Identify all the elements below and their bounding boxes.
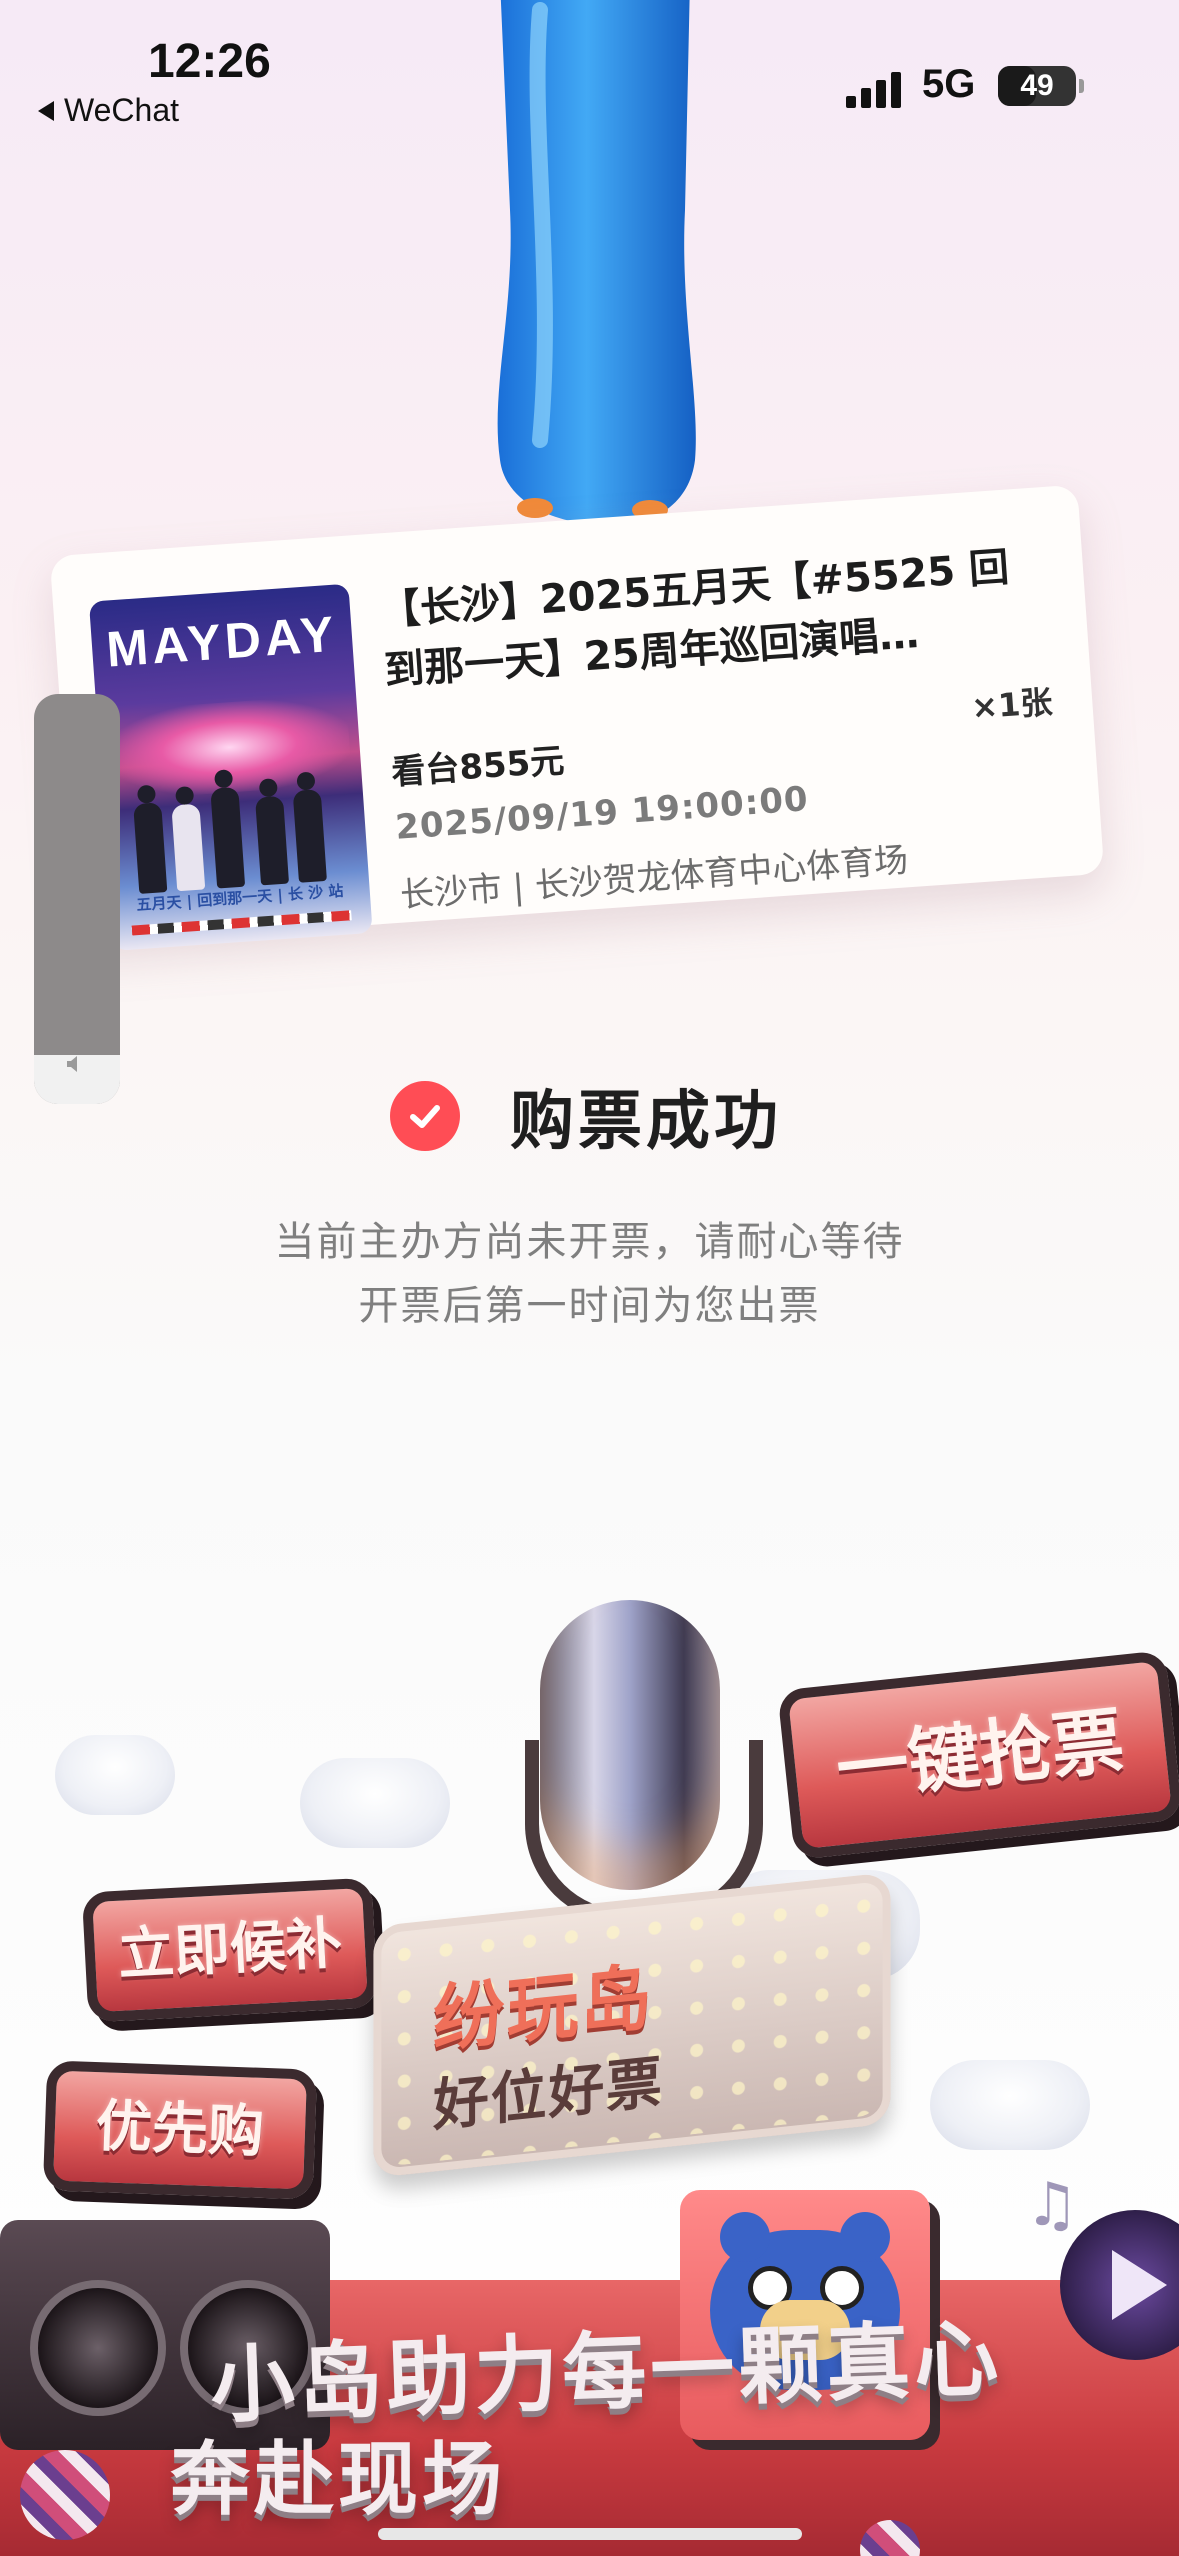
- poster-sponsor-logos: [131, 910, 352, 936]
- signal-icon: [846, 68, 906, 108]
- cloud-decoration: [300, 1758, 450, 1848]
- battery-percent: 49: [1020, 69, 1054, 102]
- slogan-line-2: 奔赴现场: [170, 2433, 506, 2526]
- waitlist-sign: 立即候补: [81, 1877, 379, 2023]
- speaker-icon: [67, 1056, 77, 1072]
- ticket-seat-price: 看台855元: [390, 741, 566, 794]
- event-venue: 长沙市 | 长沙贺龙体育中心体育场: [398, 840, 910, 916]
- event-title: 【长沙】2025五月天【#5525 回到那一天】25周年巡回演唱…: [378, 544, 1011, 695]
- back-app-label: WeChat: [64, 92, 180, 128]
- notice-line-2: 开票后第一时间为您出票: [358, 1283, 821, 1329]
- mascot-arm-illustration: [497, 0, 696, 525]
- cloud-decoration: [55, 1735, 175, 1815]
- poster-band-members: [131, 760, 339, 894]
- poster-title: MAYDAY: [104, 605, 340, 678]
- microphone-icon: [540, 1600, 720, 1890]
- volume-hud: [34, 694, 120, 1104]
- purchase-result-page: 12:26 WeChat 5G 49 MAYDAY 五月天 | 回到那一天 | …: [0, 0, 1179, 2556]
- check-circle-icon: [390, 1081, 460, 1151]
- quick-buy-sign: 一键抢票: [777, 1650, 1179, 1860]
- notice-line-1: 当前主办方尚未开票，请耐心等待: [274, 1219, 905, 1265]
- marquee-sign: 纷玩岛 好位好票: [373, 1872, 891, 2178]
- success-header: 购票成功: [390, 1070, 782, 1162]
- promo-banner[interactable]: 一键抢票 立即候补 优先购 纷玩岛 好位好票 ♫ 小岛助力每一颗真心 奔赴现场: [0, 1560, 1179, 2556]
- ticket-notice: 当前主办方尚未开票，请耐心等待 开票后第一时间为您出票: [0, 1210, 1179, 1338]
- ticket-card[interactable]: MAYDAY 五月天 | 回到那一天 | 长 沙 站 【长沙】2025五月天【#…: [49, 484, 1105, 951]
- back-arrow-icon: [38, 100, 54, 121]
- battery-icon: 49: [998, 66, 1084, 106]
- status-time: 12:26: [148, 35, 271, 88]
- music-note-icon: ♫: [1025, 2170, 1079, 2240]
- event-poster: MAYDAY 五月天 | 回到那一天 | 长 沙 站: [88, 583, 373, 951]
- striped-ball-decoration: [20, 2450, 110, 2540]
- ticket-quantity: ×1张: [970, 682, 1054, 727]
- network-type: 5G: [922, 62, 976, 106]
- back-to-app-link[interactable]: WeChat: [38, 92, 179, 129]
- success-title: 购票成功: [510, 1085, 782, 1159]
- cloud-decoration: [930, 2060, 1090, 2150]
- presale-sign: 优先购: [42, 2060, 318, 2200]
- home-indicator[interactable]: [378, 2528, 802, 2540]
